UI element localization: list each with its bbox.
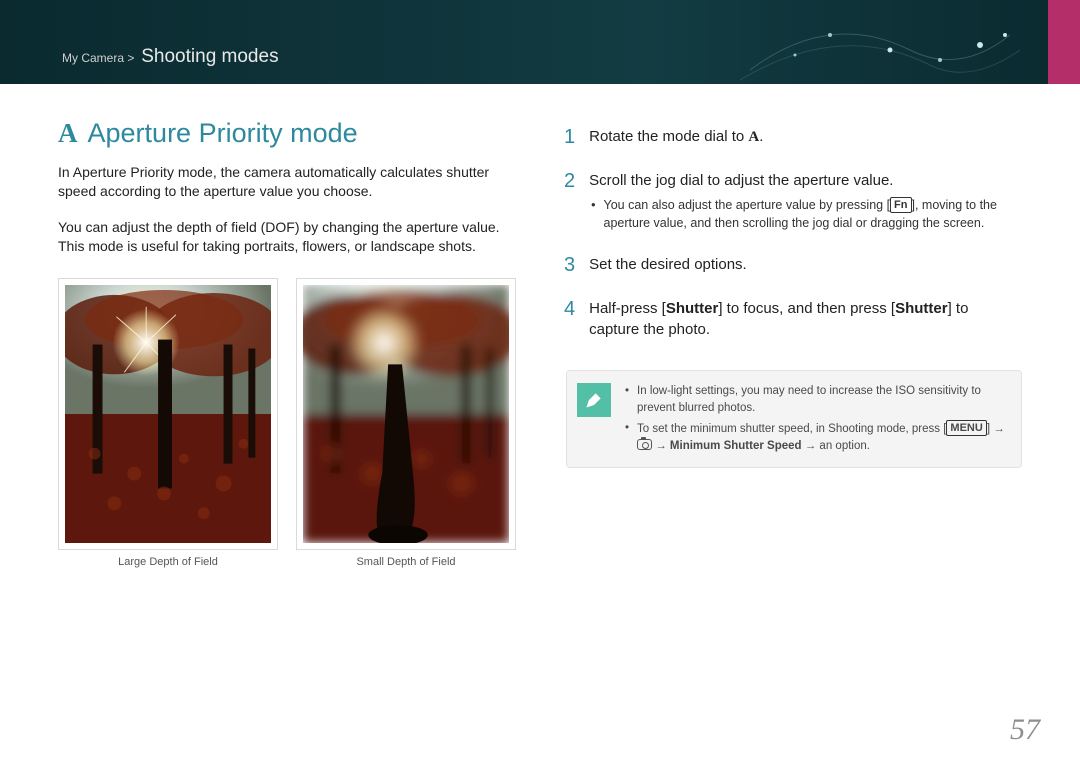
step-body: Half-press [Shutter] to focus, and then …	[589, 298, 1022, 340]
step-2: 2 Scroll the jog dial to adjust the aper…	[564, 170, 1022, 232]
note-item: • To set the minimum shutter speed, in S…	[625, 420, 1007, 454]
step-body: Set the desired options.	[589, 254, 1022, 276]
step-number: 4	[564, 298, 575, 340]
note-pencil-icon	[577, 383, 611, 417]
camera-icon	[637, 439, 652, 450]
note-list: • In low-light settings, you may need to…	[625, 383, 1007, 455]
note-box: • In low-light settings, you may need to…	[566, 370, 1022, 468]
step-1: 1 Rotate the mode dial to A.	[564, 126, 1022, 148]
section-title: A Aperture Priority mode	[58, 118, 518, 149]
note-item: • In low-light settings, you may need to…	[625, 383, 1007, 416]
step-body: Rotate the mode dial to A.	[589, 126, 1022, 148]
accent-bar	[1048, 0, 1080, 84]
example-small-dof: Small Depth of Field	[296, 278, 516, 568]
title-prefix-a: A	[58, 118, 78, 149]
intro-para-1: In Aperture Priority mode, the camera au…	[58, 163, 518, 202]
step-number: 2	[564, 170, 575, 232]
step-3: 3 Set the desired options.	[564, 254, 1022, 276]
image-frame	[296, 278, 516, 550]
mode-a-icon: A	[748, 127, 759, 148]
breadcrumb: My Camera > Shooting modes	[62, 46, 279, 68]
page-header: My Camera > Shooting modes	[0, 0, 1080, 84]
sub-bullet: • You can also adjust the aperture value…	[591, 197, 1022, 232]
step-number: 3	[564, 254, 575, 276]
left-column: A Aperture Priority mode In Aperture Pri…	[58, 118, 518, 568]
step-body: Scroll the jog dial to adjust the apertu…	[589, 170, 1022, 232]
decorative-swirl	[740, 0, 1020, 84]
breadcrumb-prefix: My Camera >	[62, 51, 134, 65]
menu-button-icon: MENU	[946, 420, 986, 436]
fn-button-icon: Fn	[890, 197, 911, 213]
step-number: 1	[564, 126, 575, 148]
right-column: 1 Rotate the mode dial to A. 2 Scroll th…	[564, 118, 1022, 568]
breadcrumb-current: Shooting modes	[141, 46, 278, 67]
intro-para-2: You can adjust the depth of field (DOF) …	[58, 218, 518, 257]
step-4: 4 Half-press [Shutter] to focus, and the…	[564, 298, 1022, 340]
example-large-dof: Large Depth of Field	[58, 278, 278, 568]
page-content: A Aperture Priority mode In Aperture Pri…	[0, 84, 1080, 568]
page-number: 57	[1010, 713, 1040, 747]
image-frame	[58, 278, 278, 550]
image-caption: Small Depth of Field	[296, 556, 516, 568]
title-text: Aperture Priority mode	[88, 118, 358, 148]
image-caption: Large Depth of Field	[58, 556, 278, 568]
example-images-row: Large Depth of Field	[58, 278, 518, 568]
